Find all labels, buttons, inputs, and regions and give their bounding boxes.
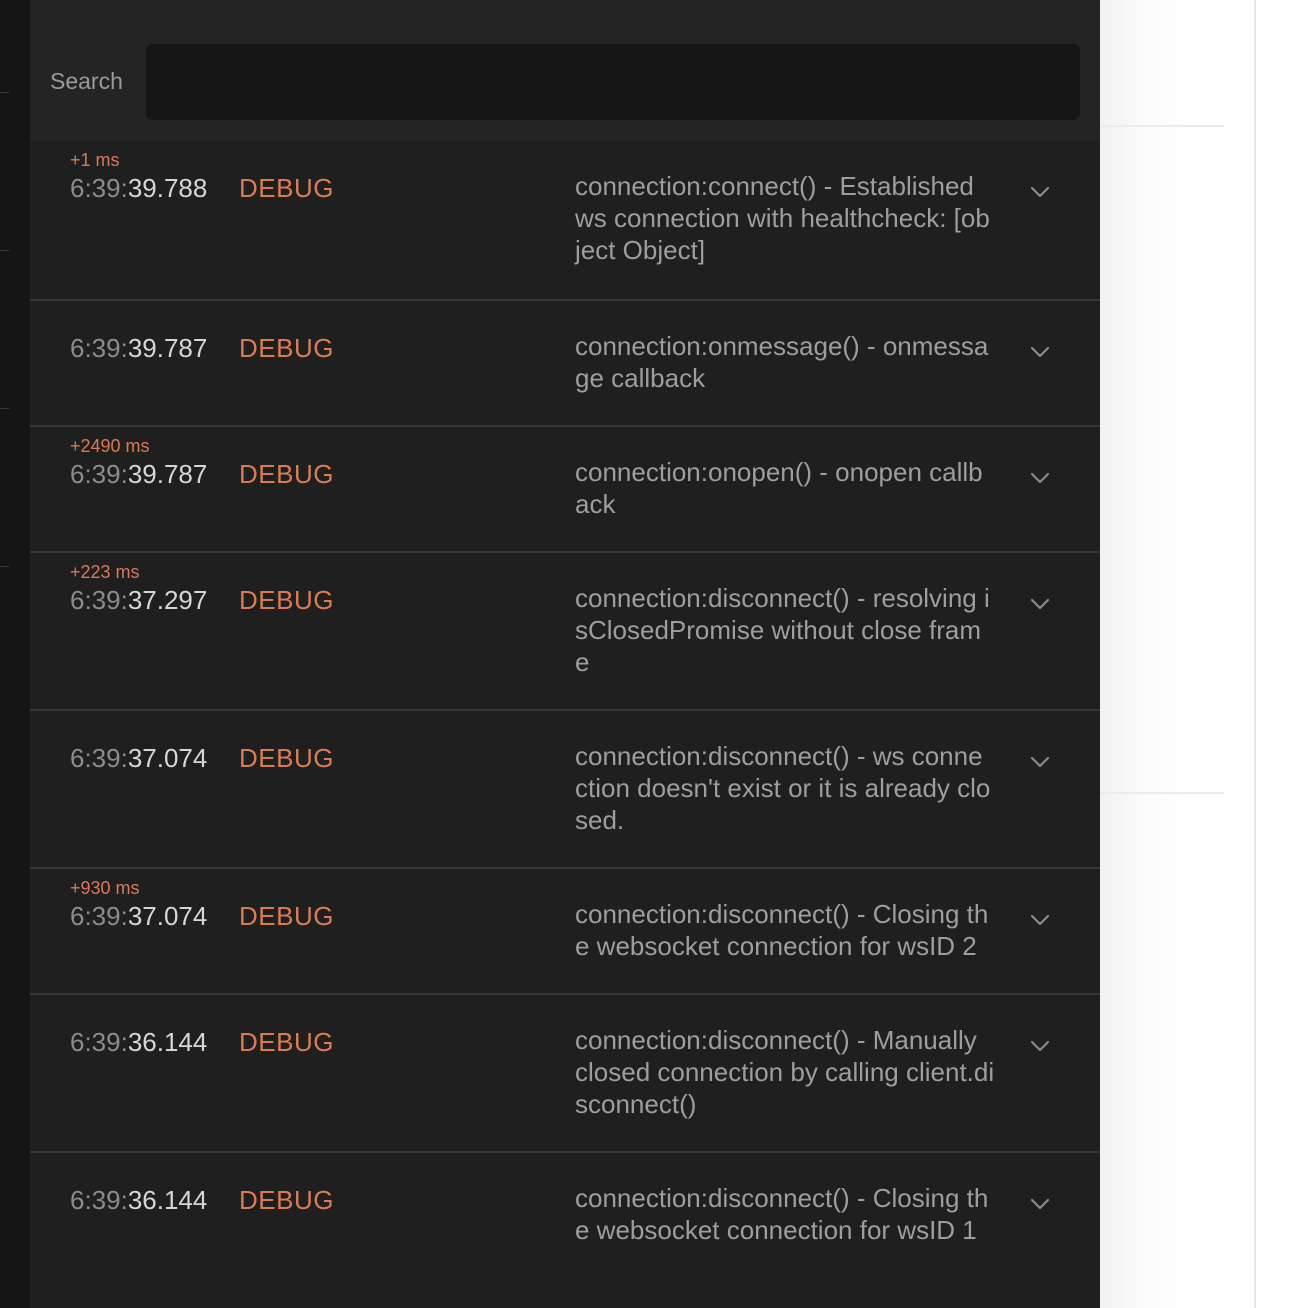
log-timestamp: 6:39:37.074	[70, 743, 207, 774]
expand-chevron-icon[interactable]	[1027, 1033, 1053, 1059]
expand-chevron-icon[interactable]	[1027, 339, 1053, 365]
log-timestamp: 6:39:39.787	[70, 459, 207, 490]
log-message: connection:disconnect() - Closing the we…	[575, 1183, 989, 1245]
search-label: Search	[50, 68, 123, 94]
log-timestamp-seconds: 37.297	[127, 585, 208, 615]
expand-chevron-icon[interactable]	[1027, 179, 1053, 205]
log-timestamp-hm: 6:39:	[70, 901, 128, 931]
log-row[interactable]: 6:39:37.074 DEBUG connection:disconnect() …	[30, 709, 1100, 869]
log-timestamp-hm: 6:39:	[70, 743, 128, 773]
search-input[interactable]	[146, 44, 1080, 120]
log-timestamp: 6:39:36.144	[70, 1027, 207, 1058]
left-sidebar-strip	[0, 0, 30, 1308]
log-delta: +223 ms	[70, 562, 140, 582]
log-level: DEBUG	[239, 901, 334, 931]
log-row[interactable]: +223 ms 6:39:37.297 DEBUG connection:discon…	[30, 551, 1100, 711]
log-message: connection:disconnect() - ws connection …	[575, 741, 991, 835]
log-row[interactable]: 6:39:36.144 DEBUG connection:disconnect() …	[30, 993, 1100, 1153]
log-timestamp-hm: 6:39:	[70, 1027, 128, 1057]
sidebar-divider	[0, 92, 9, 93]
log-timestamp-hm: 6:39:	[70, 585, 128, 615]
log-level: DEBUG	[239, 585, 334, 615]
log-viewer-panel: Search +1 ms 6:39:39.788 DEBUG connection:c…	[30, 0, 1100, 1308]
log-row[interactable]: 6:39:36.144 DEBUG connection:disconnect() …	[30, 1151, 1100, 1279]
background-card	[1100, 0, 1224, 1308]
background-divider	[1100, 125, 1224, 127]
expand-chevron-icon[interactable]	[1027, 749, 1053, 775]
log-delta: +1 ms	[70, 150, 120, 170]
log-row[interactable]: +1 ms 6:39:39.788 DEBUG connection:connect(…	[30, 141, 1100, 299]
log-timestamp: 6:39:39.788	[70, 173, 207, 204]
log-timestamp-hm: 6:39:	[70, 333, 128, 363]
expand-chevron-icon[interactable]	[1027, 465, 1053, 491]
log-row[interactable]: 6:39:39.787 DEBUG connection:onmessage() -…	[30, 299, 1100, 427]
background-divider	[1100, 792, 1224, 794]
log-timestamp-seconds: 39.787	[127, 333, 208, 363]
log-row[interactable]: +2490 ms 6:39:39.787 DEBUG connection:onope…	[30, 425, 1100, 553]
log-delta: +2490 ms	[70, 436, 150, 456]
log-row[interactable]: +930 ms 6:39:37.074 DEBUG connection:discon…	[30, 867, 1100, 995]
log-message: connection:disconnect() - Closing the we…	[575, 899, 989, 961]
log-message: connection:onopen() - onopen callback	[575, 457, 983, 519]
log-timestamp-seconds: 36.144	[127, 1027, 208, 1057]
sidebar-divider	[0, 250, 9, 251]
log-message: connection:disconnect() - resolving isCl…	[575, 583, 990, 677]
log-timestamp: 6:39:39.787	[70, 333, 207, 364]
log-level: DEBUG	[239, 743, 334, 773]
log-timestamp: 6:39:37.074	[70, 901, 207, 932]
log-level: DEBUG	[239, 173, 334, 203]
log-level: DEBUG	[239, 333, 334, 363]
log-level: DEBUG	[239, 1027, 334, 1057]
log-timestamp-hm: 6:39:	[70, 459, 128, 489]
log-timestamp: 6:39:37.297	[70, 585, 207, 616]
expand-chevron-icon[interactable]	[1027, 907, 1053, 933]
log-timestamp-seconds: 37.074	[127, 743, 208, 773]
log-timestamp: 6:39:36.144	[70, 1185, 207, 1216]
sidebar-divider	[0, 408, 9, 409]
log-timestamp-hm: 6:39:	[70, 1185, 128, 1215]
search-bar: Search	[30, 0, 1100, 142]
log-message: connection:onmessage() - onmessage callb…	[575, 331, 989, 393]
expand-chevron-icon[interactable]	[1027, 591, 1053, 617]
log-timestamp-seconds: 37.074	[127, 901, 208, 931]
background-border	[1254, 0, 1256, 1308]
log-message: connection:connect() - Established ws co…	[575, 171, 990, 265]
log-timestamp-seconds: 39.788	[127, 173, 208, 203]
log-delta: +930 ms	[70, 878, 140, 898]
log-level: DEBUG	[239, 459, 334, 489]
sidebar-divider	[0, 566, 9, 567]
log-timestamp-seconds: 39.787	[127, 459, 208, 489]
log-message: connection:disconnect() - Manually close…	[575, 1025, 995, 1119]
log-timestamp-seconds: 36.144	[127, 1185, 208, 1215]
log-timestamp-hm: 6:39:	[70, 173, 128, 203]
expand-chevron-icon[interactable]	[1027, 1191, 1053, 1217]
log-level: DEBUG	[239, 1185, 334, 1215]
